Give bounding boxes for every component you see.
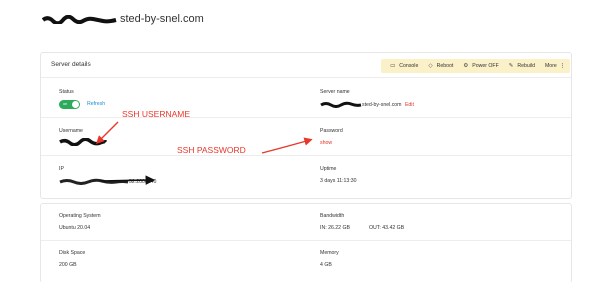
server-name-value: sted-by-snel.com Edit <box>320 101 414 108</box>
os-value: Ubuntu 20.04 <box>59 225 91 231</box>
rebuild-label: Rebuild <box>517 63 535 69</box>
card-header: Server details ▭ Console ◇ Reboot ⚙ Powe… <box>41 53 571 78</box>
action-toolbar: ▭ Console ◇ Reboot ⚙ Power OFF ✎ Rebuild… <box>381 59 570 73</box>
reboot-icon: ◇ <box>428 63 433 69</box>
console-label: Console <box>399 63 419 69</box>
status-label: Status <box>59 89 74 95</box>
memory-value: 4 GB <box>320 262 332 268</box>
host-title-text: sted-by-snel.com <box>120 13 204 25</box>
redaction-scribble <box>320 101 362 108</box>
wrench-icon: ✎ <box>508 63 514 69</box>
ip-text: 52:2000::40 <box>129 178 157 185</box>
more-button[interactable]: More ⋮ <box>545 63 565 69</box>
uptime-value: 3 days 11:13:30 <box>320 178 357 184</box>
reboot-button[interactable]: ◇ Reboot <box>428 63 453 69</box>
edit-link[interactable]: Edit <box>405 102 414 108</box>
server-details-card: Server details ▭ Console ◇ Reboot ⚙ Powe… <box>40 52 572 199</box>
power-off-label: Power OFF <box>472 63 499 69</box>
refresh-link[interactable]: Refresh <box>87 101 105 107</box>
ip-label: IP <box>59 166 64 172</box>
server-name-text: sted-by-snel.com <box>362 101 402 108</box>
uptime-label: Uptime <box>320 166 337 172</box>
username-label: Username <box>59 128 83 134</box>
row-divider <box>41 117 571 118</box>
power-icon: ⚙ <box>463 63 469 69</box>
console-button[interactable]: ▭ Console <box>390 63 418 69</box>
power-off-button[interactable]: ⚙ Power OFF <box>463 63 498 69</box>
server-stats-card: Operating System Ubuntu 20.04 Bandwidth … <box>40 203 572 282</box>
reboot-label: Reboot <box>436 63 454 69</box>
disk-value: 200 GB <box>59 262 77 268</box>
console-icon: ▭ <box>390 63 396 69</box>
more-icon: ⋮ <box>559 63 565 69</box>
ip-redaction <box>59 178 129 185</box>
bandwidth-in: IN: 26.22 GB <box>320 225 350 231</box>
disk-label: Disk Space <box>59 250 86 256</box>
rebuild-button[interactable]: ✎ Rebuild <box>509 63 535 69</box>
server-name-label: Server name <box>320 89 350 95</box>
row-divider <box>41 155 571 156</box>
username-redaction <box>59 138 107 146</box>
ip-value: 52:2000::40 <box>59 178 156 185</box>
row-divider <box>41 240 571 241</box>
more-label: More <box>544 63 557 69</box>
ssh-username-annotation: SSH USERNAME <box>122 109 191 119</box>
page-title: sted-by-snel.com <box>42 13 204 25</box>
bandwidth-label: Bandwidth <box>320 213 345 219</box>
os-label: Operating System <box>59 213 101 219</box>
bandwidth-out: OUT: 43.42 GB <box>369 225 405 231</box>
password-show-link[interactable]: show <box>320 140 332 146</box>
password-label: Password <box>320 128 343 134</box>
memory-label: Memory <box>320 250 339 256</box>
card-title: Server details <box>51 61 91 68</box>
status-toggle[interactable]: on <box>59 100 80 109</box>
redaction-scribble <box>42 14 117 24</box>
ssh-password-annotation: SSH PASSWORD <box>177 145 246 155</box>
toggle-on-text: on <box>63 102 68 106</box>
toggle-knob <box>72 101 79 108</box>
